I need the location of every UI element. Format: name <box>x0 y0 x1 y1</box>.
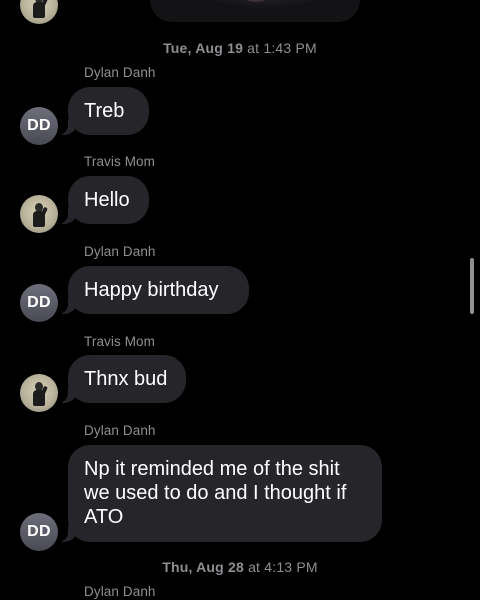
message-text: Treb <box>84 100 125 122</box>
message-text: Hello <box>84 189 130 211</box>
message-timestamp: Thu, Aug 28 at 4:13 PM <box>0 559 480 575</box>
contact-photo-avatar[interactable] <box>20 195 58 233</box>
timestamp-separator: at <box>243 559 265 575</box>
avatar-figure-arm <box>40 0 48 9</box>
message-bubble[interactable]: Hello <box>58 176 149 224</box>
photo-message[interactable] <box>150 0 360 22</box>
timestamp-day: Tue, Aug 19 <box>163 40 244 56</box>
timestamp-separator: at <box>243 40 264 56</box>
sender-name: Dylan Danh <box>84 584 156 599</box>
sender-avatar[interactable]: DD <box>20 284 58 322</box>
timestamp-time: 1:43 PM <box>263 40 317 56</box>
sender-name: Dylan Danh <box>84 65 156 80</box>
message-thread[interactable]: Tue, Aug 19 at 1:43 PM Dylan Danh Treb D… <box>0 0 480 600</box>
timestamp-day: Thu, Aug 28 <box>162 559 244 575</box>
sender-name: Dylan Danh <box>84 244 156 259</box>
timestamp-time: 4:13 PM <box>264 559 318 575</box>
message-text: Thnx bud <box>84 368 168 390</box>
message-bubble[interactable]: Np it reminded me of the shit we used to… <box>58 445 382 542</box>
message-timestamp: Tue, Aug 19 at 1:43 PM <box>0 40 480 56</box>
sender-name: Travis Mom <box>84 154 155 169</box>
photo-content <box>190 0 340 10</box>
sender-name: Dylan Danh <box>84 423 156 438</box>
sender-name: Travis Mom <box>84 334 155 349</box>
message-text: Happy birthday <box>84 279 219 301</box>
sender-avatar[interactable]: DD <box>20 107 58 145</box>
message-text: Np it reminded me of the shit we used to… <box>84 458 347 528</box>
message-bubble[interactable]: Treb <box>58 87 149 135</box>
message-bubble[interactable]: Happy birthday <box>58 266 249 314</box>
contact-photo-avatar[interactable] <box>20 374 58 412</box>
scroll-indicator[interactable] <box>470 258 474 314</box>
message-bubble[interactable]: Thnx bud <box>58 355 186 403</box>
contact-photo-avatar[interactable] <box>20 0 58 24</box>
sender-avatar[interactable]: DD <box>20 513 58 551</box>
